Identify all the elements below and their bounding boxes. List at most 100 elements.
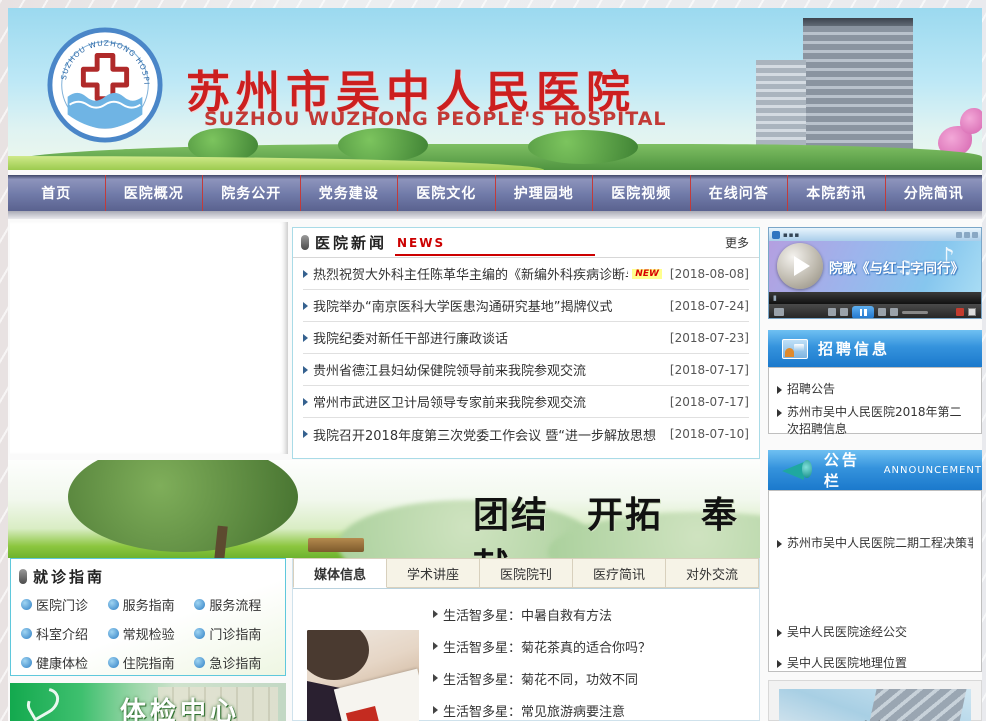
swoosh-logo-icon (22, 683, 64, 721)
announcement-section-header: 公告栏 ANNOUNCEMENT (768, 450, 982, 490)
nav-item-hospital-culture[interactable]: 医院文化 (398, 175, 496, 211)
visit-guide-panel: 就诊指南 医院门诊 服务指南 服务流程 科室介绍 常规检验 门诊指南 健康体检 … (10, 558, 286, 676)
tab-hospital-journal[interactable]: 医院院刊 (480, 558, 573, 588)
guide-link-health-checkup[interactable]: 健康体检 (21, 653, 108, 672)
announcement-link[interactable]: 苏州市吴中人民医院二期工程决策事 (777, 535, 973, 552)
news-link[interactable]: 热烈祝贺大外科主任陈革华主编的《新编外科疾病诊断与治 (313, 264, 628, 283)
nav-item-party-building[interactable]: 党务建设 (301, 175, 399, 211)
previous-track-icon[interactable] (840, 308, 848, 316)
recruit-section-header: 招聘信息 (768, 330, 982, 367)
volume-menu-icon[interactable] (774, 308, 784, 316)
guide-link-service-flow[interactable]: 服务流程 (194, 595, 281, 614)
play-button[interactable] (777, 243, 823, 289)
news-link[interactable]: 我院举办“南京医科大学医患沟通研究基地”揭牌仪式 (313, 296, 612, 315)
news-row: 热烈祝贺大外科主任陈革华主编的《新编外科疾病诊断与治 NEW [2018-08-… (303, 258, 749, 290)
arrow-bullet-icon (777, 660, 782, 668)
recruit-link[interactable]: 苏州市吴中人民医院2018年第二次招聘信息 (777, 404, 973, 438)
news-title: 医院新闻 (315, 232, 387, 253)
guide-link-service-guide[interactable]: 服务指南 (108, 595, 195, 614)
maximize-icon[interactable] (964, 232, 970, 238)
banner-slogan-text: 团结 开拓 奉献 (473, 486, 760, 558)
circle-bullet-icon (21, 599, 32, 610)
circle-bullet-icon (21, 657, 32, 668)
close-icon[interactable] (972, 232, 978, 238)
nav-item-hospital-overview[interactable]: 医院概况 (106, 175, 204, 211)
announcement-link[interactable]: 吴中人民医院途经公交 (777, 624, 973, 641)
lock-icon[interactable] (956, 308, 964, 316)
arrow-bullet-icon (777, 629, 782, 637)
nav-item-branch-news[interactable]: 分院简讯 (886, 175, 983, 211)
guide-link-routine-tests[interactable]: 常规检验 (108, 624, 195, 643)
guide-header: 就诊指南 (11, 559, 285, 593)
media-news-link[interactable]: 生活智多星：中暑自救有方法 (433, 598, 753, 630)
circle-bullet-icon (194, 628, 205, 639)
player-window-buttons (956, 232, 978, 238)
minimize-icon[interactable] (956, 232, 962, 238)
news-link[interactable]: 我院纪委对新任干部进行廉政谈话 (313, 328, 508, 347)
nav-item-hospital-video[interactable]: 医院视频 (593, 175, 691, 211)
tab-medical-briefs[interactable]: 医疗简讯 (573, 558, 666, 588)
hospital-building-low-wing (756, 60, 806, 154)
stop-icon[interactable] (828, 308, 836, 316)
guide-link-departments[interactable]: 科室介绍 (21, 624, 108, 643)
arrow-bullet-icon (777, 540, 782, 548)
news-more-link[interactable]: 更多 (725, 234, 749, 251)
nav-item-home[interactable]: 首页 (8, 175, 106, 211)
media-news-link[interactable]: 生活智多星：常见旅游病要注意 (433, 694, 753, 721)
page-wrapper: SUZHOU WUZHONG HOSPITAL 苏州市吴中人民医院 SUZHOU… (8, 8, 982, 721)
circle-bullet-icon (194, 599, 205, 610)
circle-bullet-icon (194, 657, 205, 668)
playlist-icon[interactable] (890, 308, 898, 316)
volume-slider[interactable] (902, 311, 928, 314)
news-title-en: NEWS (395, 236, 595, 256)
player-progress-marker: ▮ (773, 294, 777, 302)
next-track-icon[interactable] (878, 308, 886, 316)
tab-media-info[interactable]: 媒体信息 (293, 558, 387, 588)
guide-links-grid: 医院门诊 服务指南 服务流程 科室介绍 常规检验 门诊指南 健康体检 住院指南 … (11, 593, 285, 672)
site-header-banner: SUZHOU WUZHONG HOSPITAL 苏州市吴中人民医院 SUZHOU… (8, 8, 982, 170)
nav-item-open-affairs[interactable]: 院务公开 (203, 175, 301, 211)
news-link[interactable]: 贵州省德江县妇幼保健院领导前来我院参观交流 (313, 360, 586, 379)
circle-bullet-icon (108, 657, 119, 668)
loop-checkbox[interactable] (968, 308, 976, 316)
recruit-link[interactable]: 招聘公告 (777, 381, 973, 398)
guide-link-outpatient-guide[interactable]: 门诊指南 (194, 624, 281, 643)
recruit-photo-icon (782, 339, 808, 359)
player-screen: ♪ ♫ 院歌《与红十字同行》 (769, 241, 981, 292)
announcement-link[interactable]: 吴中人民医院地理位置 (777, 655, 973, 672)
news-row: 贵州省德江县妇幼保健院领导前来我院参观交流 [2018-07-17] (303, 354, 749, 386)
guide-link-outpatient[interactable]: 医院门诊 (21, 595, 108, 614)
media-tab-bar: 媒体信息 学术讲座 医院院刊 医疗简讯 对外交流 (293, 558, 759, 589)
circle-bullet-icon (108, 628, 119, 639)
announcement-title: 公告栏 (824, 449, 878, 491)
player-progress-strip[interactable]: ▮ (769, 292, 981, 304)
news-link[interactable]: 常州市武进区卫计局领导专家前来我院参观交流 (313, 392, 586, 411)
news-row: 常州市武进区卫计局领导专家前来我院参观交流 [2018-07-17] (303, 386, 749, 418)
hospital-intro-panel[interactable]: 医院简介 (768, 680, 982, 721)
media-news-link[interactable]: 生活智多星：菊花不同，功效不同 (433, 662, 753, 694)
circle-bullet-icon (21, 628, 32, 639)
tab-external-exchange[interactable]: 对外交流 (666, 558, 759, 588)
nav-item-pharmacy-news[interactable]: 本院药讯 (788, 175, 886, 211)
arrow-bullet-icon (303, 270, 308, 278)
tab-academic-lectures[interactable]: 学术讲座 (387, 558, 480, 588)
news-row: 我院纪委对新任干部进行廉政谈话 [2018-07-23] (303, 322, 749, 354)
nav-item-online-qa[interactable]: 在线问答 (691, 175, 789, 211)
media-news-link[interactable]: 生活智多星：菊花茶真的适合你吗？ (433, 630, 753, 662)
nav-shadow-strip (8, 211, 982, 219)
guide-link-inpatient-guide[interactable]: 住院指南 (108, 653, 195, 672)
intro-title: 医院简介 (831, 715, 919, 721)
play-icon (794, 256, 810, 276)
new-badge: NEW (632, 269, 662, 279)
checkup-center-banner[interactable]: 体检中心 (10, 683, 286, 721)
nav-item-nursing[interactable]: 护理园地 (496, 175, 594, 211)
announcement-list: 苏州市吴中人民医院二期工程决策事 吴中人民医院途经公交 吴中人民医院地理位置 (768, 490, 982, 672)
main-navigation: 首页 医院概况 院务公开 党务建设 医院文化 护理园地 医院视频 在线问答 本院… (8, 175, 982, 211)
news-link[interactable]: 我院召开2018年度第三次党委工作会议 暨“进一步解放思想 (313, 425, 656, 444)
photo-person (307, 630, 369, 680)
pause-button[interactable] (852, 306, 874, 319)
arrow-bullet-icon (303, 430, 308, 438)
player-logo-icon (772, 231, 780, 239)
guide-link-emergency-guide[interactable]: 急诊指南 (194, 653, 281, 672)
arrow-bullet-icon (777, 386, 782, 394)
